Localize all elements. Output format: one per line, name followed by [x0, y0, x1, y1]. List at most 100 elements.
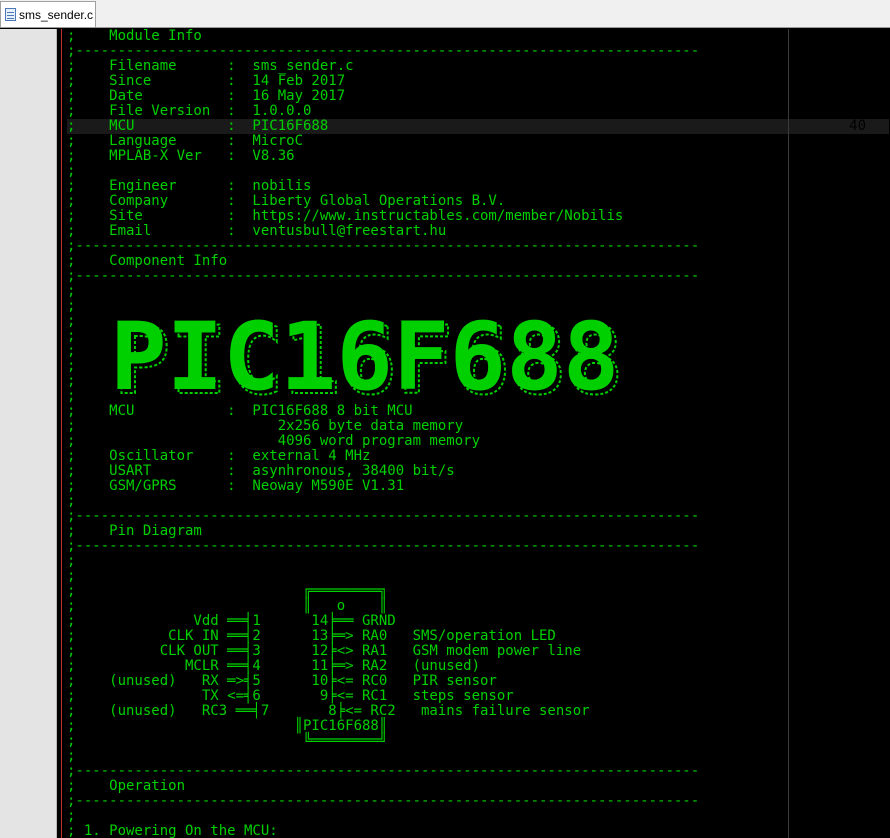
code-line: ; Site : https://www.instructables.com/m…	[67, 208, 624, 224]
line-number: 44	[849, 178, 866, 194]
line-number: 62	[849, 448, 866, 464]
code-line: ; Oscillator : external 4 MHz	[67, 448, 371, 464]
line-number-gutter	[0, 29, 57, 838]
line-number: 52	[849, 298, 866, 314]
code-line: ; Vdd ══╡1 14╞══ GRND	[67, 613, 396, 629]
code-line: ;---------------------------------------…	[67, 238, 700, 254]
line-number: 67	[849, 523, 866, 539]
line-number: 39	[849, 103, 866, 119]
code-line: ; Language : MicroC	[67, 133, 304, 149]
code-line: ;	[67, 373, 76, 389]
code-line: ; Engineer : nobilis	[67, 178, 312, 194]
line-number: 36	[849, 58, 866, 74]
banner-text: PIC16F688	[110, 303, 619, 412]
code-line: ;	[67, 388, 76, 404]
code-line: ; CLK IN ══╡2 13╞═> RA0 SMS/operation LE…	[67, 628, 556, 644]
code-line: ; 2x256 byte data memory	[67, 418, 464, 434]
line-number: 41	[849, 133, 866, 149]
line-number: 46	[849, 208, 866, 224]
code-line: ; Operation	[67, 778, 186, 794]
line-number: 47	[849, 223, 866, 239]
code-line: ;	[67, 163, 76, 179]
line-number: 66	[849, 508, 866, 524]
line-number: 70	[849, 568, 866, 584]
code-line: ;---------------------------------------…	[67, 763, 700, 779]
line-number: 40	[849, 118, 866, 134]
tab-label: sms_sender.c	[19, 7, 94, 22]
line-number: 84	[849, 778, 866, 794]
code-line: ; 4096 word program memory	[67, 433, 481, 449]
code-line: ; ╔════════╗	[67, 583, 388, 599]
tab-sms-sender[interactable]: sms_sender.c	[0, 1, 96, 27]
line-number: 83	[849, 763, 866, 779]
line-number: 56	[849, 358, 866, 374]
code-line: ; Date : 16 May 2017	[67, 88, 346, 104]
edge-column-marker	[788, 29, 789, 838]
code-line: ; Since : 14 Feb 2017	[67, 73, 346, 89]
c-file-icon	[5, 8, 16, 21]
code-line: ; (unused) RC3 ══╡7 8╞<= RC2 mains failu…	[67, 703, 590, 719]
line-number: 63	[849, 463, 866, 479]
line-number: 68	[849, 538, 866, 554]
code-line: ; USART : asynhronous, 38400 bit/s	[67, 463, 455, 479]
line-number: 82	[849, 748, 866, 764]
line-number: 61	[849, 433, 866, 449]
line-number: 77	[849, 673, 866, 689]
code-line: ;	[67, 298, 76, 314]
code-line: ; CLK OUT ══╡3 12╞<> RA1 GSM modem power…	[67, 643, 582, 659]
code-line: ; TX <=╡6 9╞<= RC1 steps sensor	[67, 688, 514, 704]
line-number: 43	[849, 163, 866, 179]
code-line: ; Pin Diagram	[67, 523, 202, 539]
line-number: 79	[849, 703, 866, 719]
code-line: ; MPLAB-X Ver : V8.36	[67, 148, 295, 164]
line-number: 37	[849, 73, 866, 89]
code-editor[interactable]: ; Module Info ;--------------------------…	[0, 29, 890, 838]
pic16f688-ascii-banner: PIC16F688PIC16F688	[110, 303, 624, 413]
line-number: 35	[849, 43, 866, 59]
line-number: 59	[849, 403, 866, 419]
code-line: ; Filename : sms_sender.c	[67, 58, 354, 74]
line-number: 48	[849, 238, 866, 254]
line-number: 80	[849, 718, 866, 734]
line-number: 75	[849, 643, 866, 659]
fold-guide-line	[61, 29, 62, 838]
line-number: 72	[849, 598, 866, 614]
code-line: ; MCU : PIC16F688	[67, 118, 329, 134]
code-line: ;	[67, 283, 76, 299]
line-number: 53	[849, 313, 866, 329]
code-line: ;---------------------------------------…	[67, 508, 700, 524]
code-line: ; Email : ventusbull@freestart.hu	[67, 223, 447, 239]
code-line: ;---------------------------------------…	[67, 43, 700, 59]
code-line: ;---------------------------------------…	[67, 538, 700, 554]
code-line: ;	[67, 748, 76, 764]
code-line: ;	[67, 328, 76, 344]
line-number: 76	[849, 658, 866, 674]
line-number: 87	[849, 823, 866, 838]
line-number: 73	[849, 613, 866, 629]
line-number: 85	[849, 793, 866, 809]
code-line: ;	[67, 313, 76, 329]
line-number: 34	[849, 29, 866, 44]
line-number: 38	[849, 88, 866, 104]
code-line: ;	[67, 358, 76, 374]
line-number: 65	[849, 493, 866, 509]
code-line: ; (unused) RX ═>╡5 10╞<= RC0 PIR sensor	[67, 673, 497, 689]
line-number: 74	[849, 628, 866, 644]
line-number: 49	[849, 253, 866, 269]
line-number: 42	[849, 148, 866, 164]
code-line: ; ╚════════╝	[67, 733, 388, 749]
line-number: 57	[849, 373, 866, 389]
code-line: ; Company : Liberty Global Operations B.…	[67, 193, 506, 209]
code-line: ; GSM/GPRS : Neoway M590E V1.31	[67, 478, 405, 494]
line-number: 58	[849, 388, 866, 404]
code-line: ; ║ o ║	[67, 598, 388, 614]
line-number: 78	[849, 688, 866, 704]
line-number: 86	[849, 808, 866, 824]
line-number: 45	[849, 193, 866, 209]
code-line: ;	[67, 553, 76, 569]
code-line: ; ║PIC16F688║	[67, 718, 388, 734]
tab-bar: sms_sender.c	[0, 0, 890, 28]
line-number: 71	[849, 583, 866, 599]
line-number: 64	[849, 478, 866, 494]
code-line: ; Component Info	[67, 253, 228, 269]
